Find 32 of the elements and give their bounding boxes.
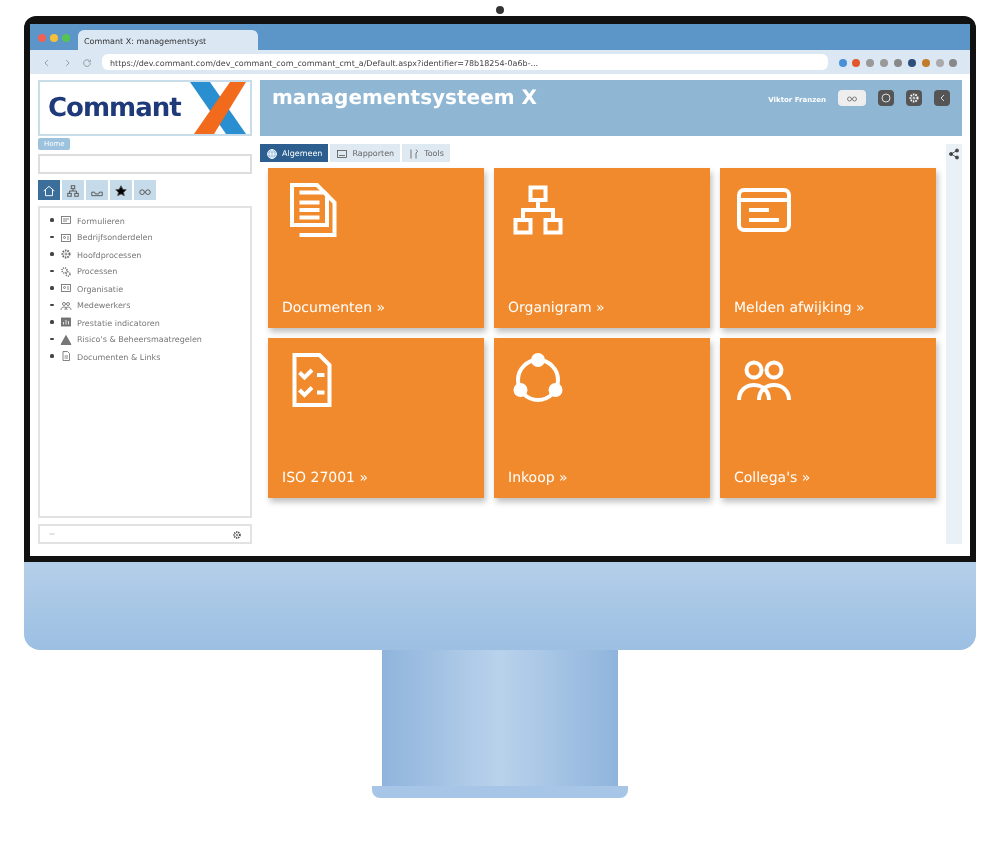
id-card-icon (59, 231, 71, 243)
glasses-icon (842, 92, 862, 104)
settings-icon (908, 92, 920, 104)
report-icon (336, 147, 349, 159)
home-icon (42, 183, 56, 197)
gears-icon (59, 265, 71, 277)
form-icon (59, 214, 71, 226)
bar-chart-icon (59, 316, 71, 328)
org-chart-icon (66, 183, 80, 197)
star-icon (114, 183, 128, 197)
id-card-icon (59, 282, 71, 294)
sidebar-tool-button[interactable] (110, 180, 132, 200)
tools-icon (408, 147, 421, 159)
share-icon (948, 148, 960, 160)
camera-dot (496, 6, 504, 14)
settings-icon (232, 529, 242, 539)
document-icon (59, 350, 71, 362)
extension-icons-drawing (838, 57, 958, 67)
logo-text: Commant (48, 93, 181, 123)
app-title: managementsysteem X (272, 88, 539, 110)
gear-icon (59, 248, 71, 260)
globe-icon (266, 147, 278, 159)
reload-icon (82, 57, 92, 67)
info-icon (880, 92, 892, 104)
org-chart-icon (508, 180, 568, 240)
people-icon (59, 299, 71, 311)
search-field[interactable] (38, 154, 252, 174)
glasses-icon (138, 183, 152, 197)
back-icon (42, 57, 52, 67)
warning-icon (59, 333, 71, 345)
forward-icon (62, 57, 72, 67)
x-logo-icon (186, 82, 250, 134)
